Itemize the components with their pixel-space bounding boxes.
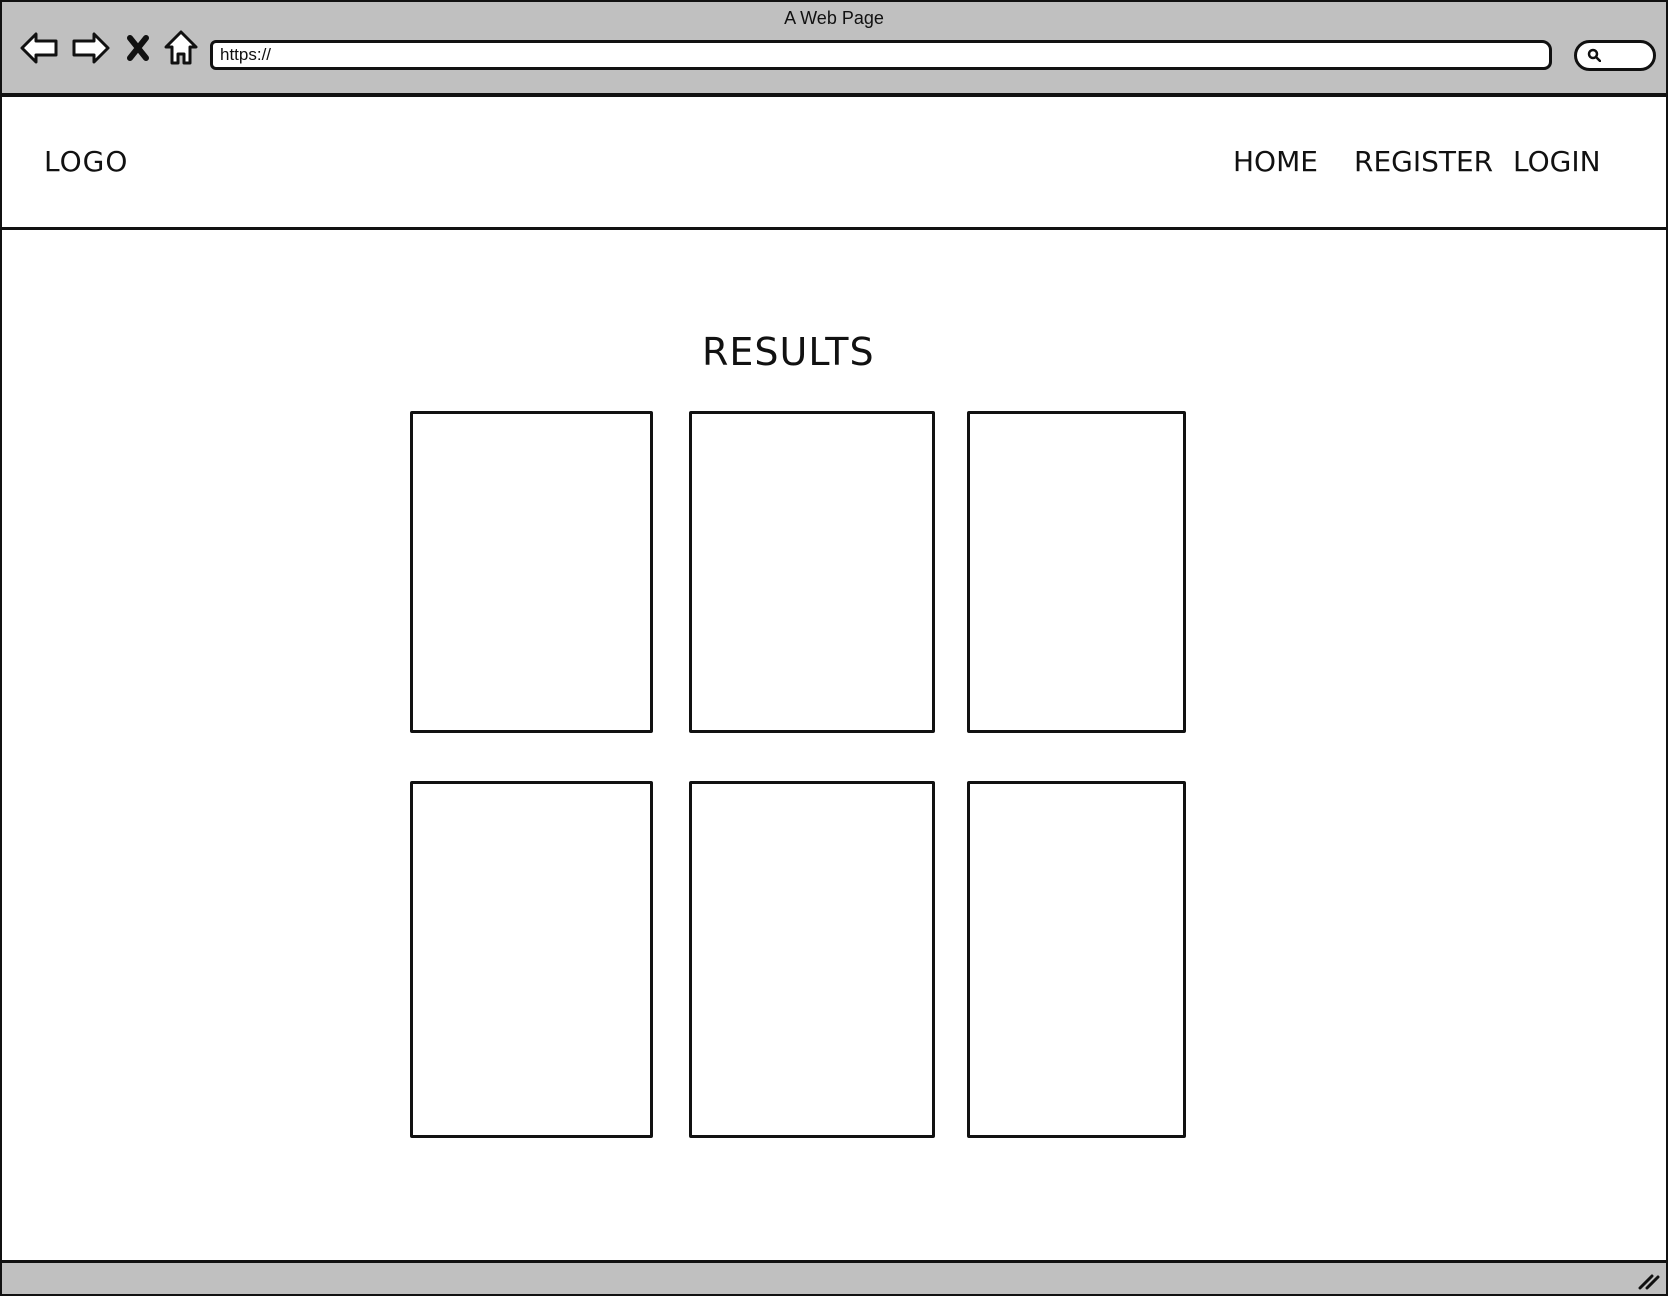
nav-link-register[interactable]: REGISTER — [1354, 145, 1493, 178]
logo[interactable]: LOGO — [44, 145, 128, 178]
nav-link-home[interactable]: HOME — [1233, 145, 1318, 178]
forward-arrow-icon[interactable] — [70, 28, 112, 68]
result-card[interactable] — [689, 411, 935, 733]
status-bar — [0, 1260, 1668, 1296]
result-card[interactable] — [967, 411, 1186, 733]
search-icon — [1587, 48, 1601, 62]
result-card[interactable] — [689, 781, 935, 1138]
resize-grip-icon[interactable] — [1636, 1270, 1660, 1290]
window-title: A Web Page — [784, 8, 884, 28]
browser-toolbar: A Web Page https:// — [0, 0, 1668, 97]
home-icon[interactable] — [160, 28, 202, 68]
nav-link-login[interactable]: LOGIN — [1513, 145, 1601, 178]
url-bar[interactable]: https:// — [210, 40, 1552, 70]
site-header: LOGO HOME REGISTER LOGIN — [0, 97, 1668, 230]
search-button[interactable] — [1574, 40, 1656, 71]
result-card[interactable] — [410, 411, 653, 733]
main-content: RESULTS — [0, 230, 1668, 1260]
page-title: RESULTS — [702, 330, 875, 374]
close-icon[interactable] — [122, 28, 154, 68]
result-card[interactable] — [967, 781, 1186, 1138]
browser-window: A Web Page https:// LOGO HOME REGISTER L… — [0, 0, 1668, 1296]
result-card[interactable] — [410, 781, 653, 1138]
back-arrow-icon[interactable] — [18, 28, 60, 68]
url-text: https:// — [220, 45, 272, 64]
